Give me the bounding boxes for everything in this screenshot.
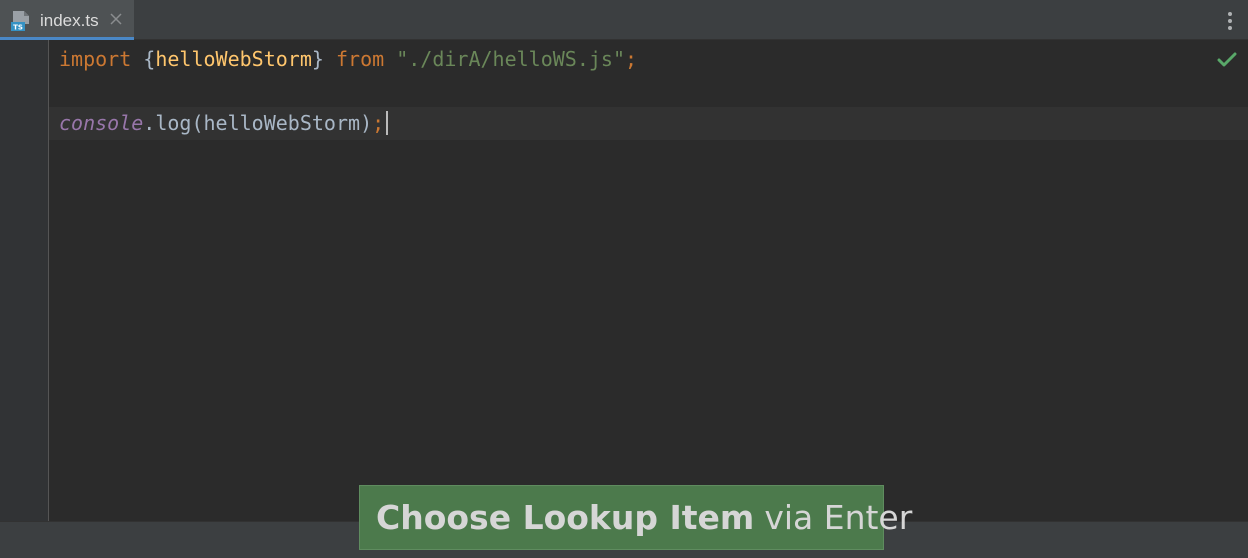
check-icon[interactable] (1217, 51, 1237, 69)
action-shortcut: via Enter (764, 498, 913, 537)
file-type-badge: TS (13, 24, 23, 32)
module-path-string: "./dirA/helloWS.js" (396, 47, 625, 71)
editor-gutter (0, 40, 49, 521)
brace-close: } (311, 47, 324, 71)
console-object: console (59, 111, 144, 135)
code-editor[interactable]: import {helloWebStorm} from "./dirA/hell… (49, 40, 1248, 521)
typescript-file-icon: TS (11, 11, 29, 32)
code-line-3: console.log(helloWebStorm); (59, 107, 389, 140)
log-method: log (155, 111, 192, 135)
semicolon: ; (624, 47, 638, 71)
argument-identifier: helloWebStorm (203, 111, 361, 135)
dot: . (143, 111, 156, 135)
brace-open: { (143, 47, 156, 71)
editor-tab-bar: TS index.ts (0, 0, 1248, 40)
tab-index-ts[interactable]: TS index.ts (0, 0, 134, 40)
text-caret (386, 111, 389, 135)
code-line-1: import {helloWebStorm} from "./dirA/hell… (59, 43, 637, 76)
action-name: Choose Lookup Item (376, 498, 755, 537)
semicolon: ; (372, 111, 385, 135)
more-options-icon[interactable] (1222, 10, 1238, 32)
paren-open: ( (191, 111, 204, 135)
paren-close: ) (360, 111, 373, 135)
tab-label: index.ts (40, 11, 99, 30)
keyword-import: import (59, 47, 132, 71)
imported-identifier: helloWebStorm (155, 47, 312, 71)
close-icon[interactable] (109, 12, 123, 26)
keyword-from: from (335, 47, 385, 71)
action-hint-overlay: Choose Lookup Item via Enter (359, 485, 912, 550)
